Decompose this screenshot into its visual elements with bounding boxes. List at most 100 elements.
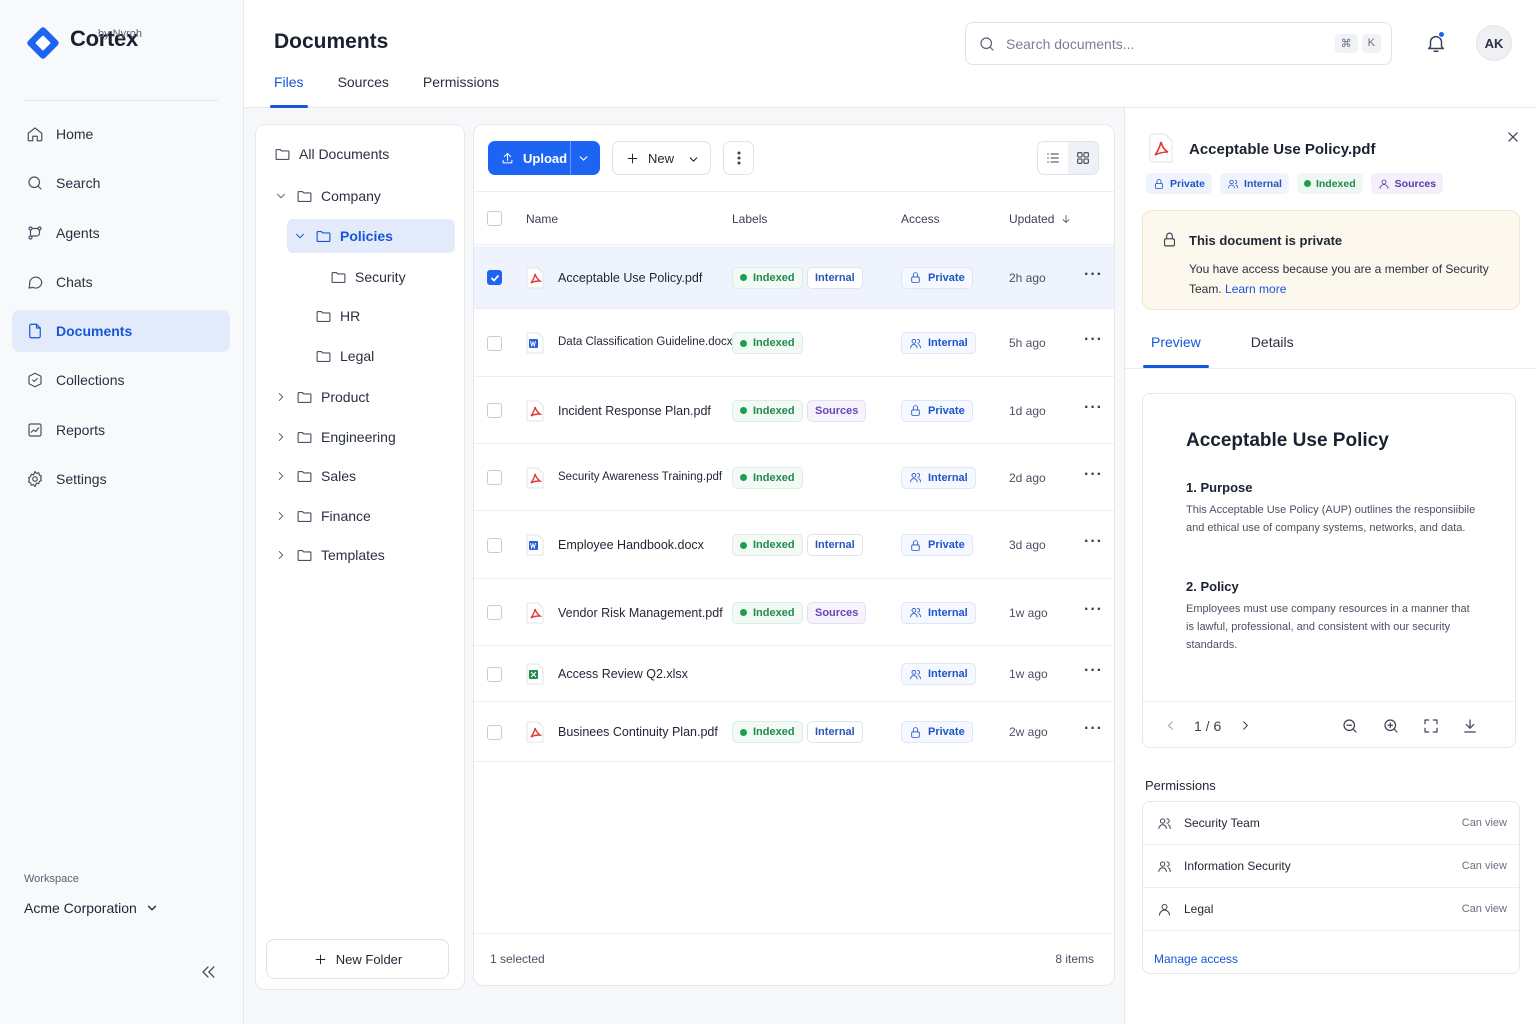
tab-files[interactable]: Files <box>270 74 308 108</box>
download-icon[interactable] <box>1461 717 1479 735</box>
manage-access-link[interactable]: Manage access <box>1154 952 1238 966</box>
row-checkbox[interactable] <box>487 666 502 682</box>
new-folder-button[interactable]: New Folder <box>266 939 449 979</box>
upload-button[interactable]: Upload <box>488 141 600 175</box>
row-more-button[interactable]: ··· <box>1084 331 1103 349</box>
row-checkbox[interactable] <box>487 605 502 620</box>
column-labels[interactable]: Labels <box>732 212 767 226</box>
row-checkbox[interactable] <box>487 537 502 553</box>
permission-row[interactable]: Legal Can view <box>1143 888 1519 931</box>
table-row[interactable]: Acceptable Use Policy.pdf Indexed Internal… <box>474 246 1114 309</box>
tab-details[interactable]: Details <box>1243 334 1302 368</box>
nav-item-documents[interactable]: Documents <box>12 310 230 353</box>
row-checkbox[interactable] <box>487 470 502 485</box>
tree-item-engineering[interactable]: Engineering <box>274 420 396 454</box>
list-view-button[interactable] <box>1038 142 1068 174</box>
more-actions-button[interactable] <box>723 141 754 175</box>
file-name[interactable]: Security Awareness Training.pdf <box>558 471 722 483</box>
nav-item-search[interactable]: Search <box>12 162 230 204</box>
permission-role[interactable]: Can view <box>1462 817 1507 829</box>
tab-permissions[interactable]: Permissions <box>423 74 499 108</box>
permission-row[interactable]: Information Security Can view <box>1143 845 1519 888</box>
chevron-left-icon[interactable] <box>1163 718 1178 733</box>
chevron-down-icon[interactable] <box>577 152 590 165</box>
file-name[interactable]: Businees Continuity Plan.pdf <box>558 725 718 739</box>
table-row[interactable]: Security Awareness Training.pdf Indexed In… <box>474 444 1114 511</box>
row-more-button[interactable]: ··· <box>1084 662 1103 680</box>
preview-paragraph: This Acceptable Use Policy (AUP) outline… <box>1186 504 1476 534</box>
nav-item-agents[interactable]: Agents <box>12 212 230 254</box>
permission-row[interactable]: Security Team Can view <box>1143 802 1519 845</box>
row-more-button[interactable]: ··· <box>1084 720 1103 738</box>
notifications-button[interactable] <box>1425 31 1447 54</box>
table-row[interactable]: Businees Continuity Plan.pdf Indexed Inter… <box>474 702 1114 762</box>
close-button[interactable] <box>1506 130 1520 144</box>
file-name[interactable]: Acceptable Use Policy.pdf <box>558 271 702 285</box>
row-checkbox[interactable] <box>487 270 502 285</box>
zoom-in-icon[interactable] <box>1382 717 1400 735</box>
tree-item-policies[interactable]: Policies <box>287 219 455 253</box>
table-row[interactable]: Data Classification Guideline.docx Indexe… <box>474 309 1114 377</box>
table-row[interactable]: Employee Handbook.docx Indexed Internal Pri… <box>474 511 1114 579</box>
tree-item-finance[interactable]: Finance <box>274 499 371 533</box>
folder-icon <box>297 190 312 202</box>
notice-title: This document is private <box>1189 233 1343 248</box>
select-all-checkbox[interactable] <box>487 211 502 226</box>
file-name[interactable]: Data Classification Guideline.docx <box>558 336 733 348</box>
tree-item-product[interactable]: Product <box>274 380 369 414</box>
label-indexed: Indexed <box>732 466 803 489</box>
pdf-file-icon <box>525 400 545 422</box>
search-input[interactable]: Search documents... ⌘ K <box>965 22 1392 65</box>
nav-item-home[interactable]: Home <box>12 113 230 155</box>
tab-preview[interactable]: Preview <box>1143 334 1209 368</box>
tree-item-legal[interactable]: Legal <box>315 339 374 373</box>
row-more-button[interactable]: ··· <box>1084 466 1103 484</box>
nav-label: Reports <box>56 421 106 438</box>
file-name[interactable]: Incident Response Plan.pdf <box>558 404 711 418</box>
file-name[interactable]: Employee Handbook.docx <box>558 538 704 552</box>
folder-icon <box>297 549 312 561</box>
permission-role[interactable]: Can view <box>1462 860 1507 872</box>
column-access[interactable]: Access <box>901 212 940 226</box>
column-name[interactable]: Name <box>526 212 558 226</box>
row-more-button[interactable]: ··· <box>1084 266 1103 284</box>
tree-item-hr[interactable]: HR <box>315 299 360 333</box>
nav-item-reports[interactable]: Reports <box>12 409 230 451</box>
row-more-button[interactable]: ··· <box>1084 399 1103 417</box>
tree-item-company[interactable]: Company <box>274 179 381 213</box>
chevron-right-icon <box>278 512 284 520</box>
tree-item-all-documents[interactable]: All Documents <box>274 137 389 171</box>
tree-item-sales[interactable]: Sales <box>274 459 356 493</box>
fullscreen-icon[interactable] <box>1422 717 1440 735</box>
file-name[interactable]: Access Review Q2.xlsx <box>558 667 688 681</box>
tag-indexed: Indexed <box>1296 173 1363 194</box>
label-indexed: Indexed <box>732 721 803 743</box>
tab-sources[interactable]: Sources <box>338 74 389 108</box>
grid-view-button[interactable] <box>1068 142 1098 174</box>
collapse-sidebar-button[interactable] <box>198 962 218 982</box>
new-button[interactable]: New <box>612 141 711 175</box>
chevron-right-icon[interactable] <box>1238 718 1253 733</box>
nav-item-settings[interactable]: Settings <box>12 458 230 500</box>
tree-item-templates[interactable]: Templates <box>274 538 385 572</box>
avatar[interactable]: AK <box>1476 25 1512 61</box>
workspace-select[interactable]: Acme Corporation <box>24 900 159 916</box>
zoom-out-icon[interactable] <box>1341 717 1359 735</box>
row-checkbox[interactable] <box>487 335 502 351</box>
row-checkbox[interactable] <box>487 403 502 418</box>
column-updated[interactable]: Updated <box>1009 212 1072 226</box>
file-name[interactable]: Vendor Risk Management.pdf <box>558 606 723 620</box>
nav-item-collections[interactable]: Collections <box>12 359 230 401</box>
tree-item-security[interactable]: Security <box>330 260 406 294</box>
learn-more-link[interactable]: Learn more <box>1225 282 1286 296</box>
label-sources: Sources <box>807 399 867 422</box>
table-row[interactable]: Vendor Risk Management.pdf Indexed Sources… <box>474 579 1114 646</box>
row-more-button[interactable]: ··· <box>1084 533 1103 551</box>
table-row[interactable]: Incident Response Plan.pdf Indexed Sources… <box>474 377 1114 444</box>
label-text: Internal <box>815 539 855 551</box>
row-more-button[interactable]: ··· <box>1084 601 1103 619</box>
nav-item-chats[interactable]: Chats <box>12 261 230 303</box>
table-row[interactable]: Access Review Q2.xlsx Internal 1w ago ··· <box>474 646 1114 702</box>
permission-role[interactable]: Can view <box>1462 903 1507 915</box>
row-checkbox[interactable] <box>487 724 502 740</box>
